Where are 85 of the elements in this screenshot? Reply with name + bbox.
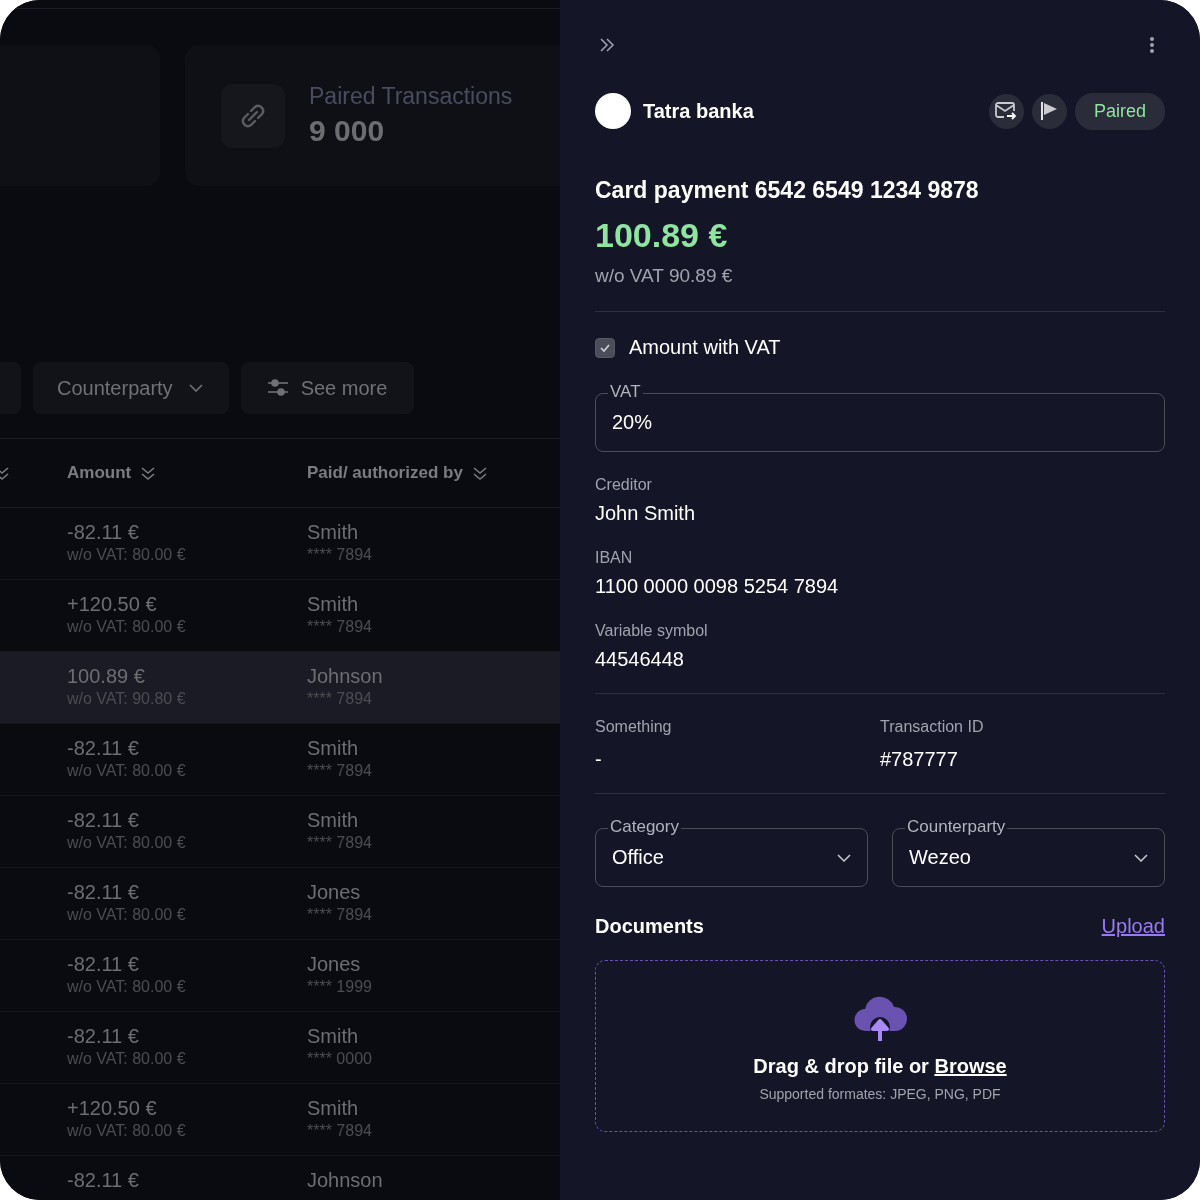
card-number-cell: **** 7894 [307, 906, 372, 924]
bank-name: Tatra banka [643, 99, 754, 123]
check-icon [599, 342, 611, 353]
sort-icon[interactable] [141, 465, 156, 481]
card-number-cell: **** 7894 [307, 834, 372, 852]
amount-cell-text: -82.11 € [67, 809, 140, 832]
field-label: Category [608, 817, 681, 837]
amount-cell-text: -82.11 € [67, 881, 140, 904]
transaction-amount: 100.89 € [595, 216, 729, 255]
payer-cell-text: Jones [307, 953, 362, 976]
bank-logo [595, 93, 631, 129]
card-number-cell: **** 7894 [307, 1122, 372, 1140]
net-amount-cell: w/o VAT: 80.00 € [67, 906, 186, 924]
info-label: IBAN [595, 549, 634, 567]
collapse-icon[interactable] [599, 38, 615, 52]
chevron-down-icon [1134, 853, 1148, 862]
info-value: 44546448 [595, 648, 685, 671]
amount-cell-text: -82.11 € [67, 953, 140, 976]
amount-cell: -82.11 € [67, 1169, 139, 1192]
net-amount-cell: w/o VAT: 80.00 € [67, 834, 186, 852]
vat-field[interactable]: VAT 20% [595, 382, 1165, 452]
flag-icon [1040, 101, 1059, 121]
amount-cell-text: -82.11 € [67, 1025, 140, 1048]
upload-link[interactable]: Upload [1101, 915, 1165, 938]
amount-cell-text: -82.11 € [67, 737, 140, 760]
payer-cell-text: Jones [307, 881, 362, 904]
payer-cell-text: Smith [307, 521, 360, 544]
see-more-button[interactable]: See more [240, 362, 414, 414]
column-header[interactable]: Amount [67, 463, 132, 483]
column-header[interactable]: Paid/ authorized by [307, 463, 463, 483]
mail-forward-icon [995, 102, 1018, 120]
amount-cell-text: -82.11 € [67, 521, 140, 544]
payer-cell: Johnson [307, 665, 383, 688]
chevron-down-icon [188, 384, 203, 392]
amount-cell-text: 100.89 € [67, 665, 146, 688]
status-badge: Paired [1074, 92, 1165, 130]
info-label: Creditor [595, 476, 653, 494]
info-value: John Smith [595, 502, 697, 525]
net-amount-cell: w/o VAT: 80.00 € [67, 1122, 186, 1140]
net-amount-cell: w/o VAT: 80.00 € [67, 618, 186, 636]
card-value: 9 000 [309, 114, 386, 148]
sort-icon[interactable] [472, 465, 487, 481]
card-label: Paired Transactions [309, 83, 513, 110]
field-label: Counterparty [905, 817, 1008, 837]
chevron-down-icon [837, 853, 851, 862]
net-amount-cell: w/o VAT: 80.00 € [67, 1050, 186, 1068]
net-amount-cell: w/o VAT: 80.00 € [67, 546, 186, 564]
format-hint: Supported formates: JPEG, PNG, PDF [759, 1085, 1001, 1102]
browse-link[interactable]: Browse [934, 1054, 1007, 1077]
payer-cell-text: Smith [307, 593, 360, 616]
mail-forward-button[interactable] [988, 93, 1024, 129]
checkbox-label: Amount with VAT [629, 336, 781, 359]
card-number-cell: **** 0000 [307, 1050, 372, 1068]
select-field[interactable]: Counterparty Wezeo [892, 817, 1165, 887]
flag-button[interactable] [1031, 93, 1067, 129]
link-icon [221, 83, 285, 148]
card-number-cell: **** 1999 [307, 978, 372, 996]
info-value: #787777 [880, 748, 959, 771]
select-field[interactable]: Category Office [595, 817, 868, 887]
card-number-cell: **** 7894 [307, 762, 372, 780]
payer-cell-text: Smith [307, 809, 360, 832]
card-number-cell: **** 7894 [307, 618, 372, 636]
net-amount-cell: w/o VAT: 80.00 € [67, 762, 186, 780]
payer-cell: Johnson [307, 1169, 383, 1192]
checkbox[interactable] [595, 337, 615, 358]
more-icon[interactable] [1149, 36, 1155, 54]
filter-dropdown[interactable]: Counterparty [33, 362, 229, 414]
transaction-title: Card payment 6542 6549 1234 9878 [595, 177, 980, 204]
card-number-cell: **** 7894 [307, 546, 372, 564]
section-title: Documents [595, 915, 704, 938]
payer-cell-text: Smith [307, 1097, 360, 1120]
info-label: Transaction ID [880, 718, 985, 736]
amount-cell-text: +120.50 € [67, 1097, 158, 1120]
info-label: Something [595, 718, 673, 736]
dropzone[interactable]: Drag & drop file or Browse Supported formates: JPEG, PNG, PDF [595, 960, 1165, 1132]
amount-cell-text: +120.50 € [67, 593, 158, 616]
info-value: - [595, 748, 603, 771]
info-label: Variable symbol [595, 622, 709, 640]
sliders-icon [266, 378, 289, 398]
net-amount: w/o VAT 90.89 € [595, 265, 734, 287]
payer-cell-text: Smith [307, 1025, 360, 1048]
payer-cell-text: Smith [307, 737, 360, 760]
info-value: 1100 0000 0098 5254 7894 [595, 575, 840, 598]
dropzone-text: Drag & drop file or Browse [753, 1054, 1007, 1078]
net-amount-cell: w/o VAT: 80.00 € [67, 978, 186, 996]
